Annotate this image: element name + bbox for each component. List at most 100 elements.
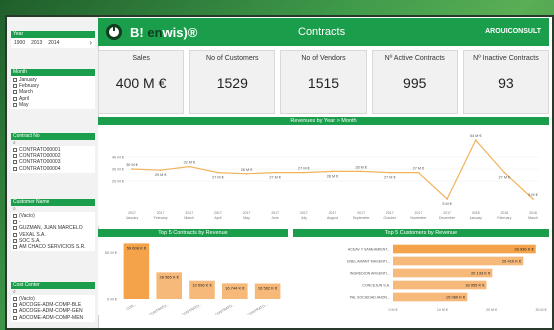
x-tick-label: December: [439, 216, 456, 220]
top-contracts-panel[interactable]: Top 5 Contracts by Revenue 50 M € 0 M € 59…: [98, 229, 288, 317]
year-option[interactable]: 1900: [14, 40, 25, 46]
checkbox[interactable]: [13, 303, 17, 308]
x-tick-label: 0 M €: [389, 308, 398, 312]
x-tick-label: CONTRATO...: [214, 302, 235, 315]
kpi-card-sales[interactable]: Sales 400 M €: [98, 50, 185, 114]
customer-option[interactable]: AM CHACO SERVICIOS S.R.: [13, 244, 93, 250]
kpi-label: Sales: [132, 55, 150, 62]
x-tick-label: 2018: [500, 211, 508, 215]
revenue-line-chart-panel[interactable]: Revenues by Year > Month 40 M €30 M €20 …: [98, 117, 549, 226]
customer-label: GUZMAN, JUAN MARCELO: [19, 225, 83, 232]
contract-slicer-title: Contract No: [11, 133, 95, 140]
customer-label: VEXAL S.A.: [19, 231, 46, 238]
checkbox[interactable]: [13, 226, 17, 231]
x-tick-label: 10 M €: [437, 308, 448, 312]
contract-label: CONTRATO00004: [19, 165, 61, 172]
x-tick-label: April: [214, 216, 221, 220]
checkbox[interactable]: [13, 297, 17, 302]
customer-label: AM CHACO SERVICIOS S.R.: [19, 244, 86, 251]
contract-slicer: Contract No ⌕ CONTRATO00001 CONTRATO0000…: [11, 133, 95, 173]
checkbox[interactable]: [13, 238, 17, 243]
year-slicer: Year 1900 2013 2014 ›: [11, 31, 95, 48]
data-label: 29 M €: [155, 173, 167, 177]
x-tick-label: 2017: [300, 211, 308, 215]
year-option[interactable]: 2013: [31, 40, 42, 46]
data-point: [360, 170, 363, 173]
x-tick-label: 2017: [157, 211, 165, 215]
data-label: 27 M €: [298, 167, 310, 171]
data-label: 26 M €: [241, 168, 253, 172]
cost-center-option[interactable]: ADCOGE-ADM-COMP-GEN: [13, 308, 93, 314]
checkbox[interactable]: [13, 315, 17, 320]
month-slicer: Month January February March April May: [11, 69, 95, 109]
checkbox[interactable]: [13, 78, 17, 83]
data-label: 5 M €: [528, 193, 538, 197]
y-tick-label: 40 M €: [112, 155, 125, 160]
data-label: 27 M €: [212, 176, 224, 180]
x-tick-label: CON...: [126, 302, 137, 311]
kpi-card-vendors[interactable]: No of Vendors 1515: [280, 50, 367, 114]
cost-center-option[interactable]: ADCOME-ADM-COMP-MEN: [13, 315, 93, 321]
data-point: [159, 169, 162, 172]
power-logo-icon: [106, 24, 122, 40]
data-label: 16 562 K €: [258, 286, 278, 291]
page-title: Contracts: [298, 26, 346, 38]
checkbox[interactable]: [13, 220, 17, 225]
x-tick-label: CONTRATO...: [148, 302, 169, 315]
cost-center-label: ADCOME-ADM-COMP-MEN: [19, 314, 84, 321]
kpi-card-active-contracts[interactable]: Nº Active Contracts 995: [371, 50, 458, 114]
year-option[interactable]: 2014: [48, 40, 59, 46]
data-point: [188, 165, 191, 168]
checkbox[interactable]: [13, 160, 17, 165]
x-tick-label: September: [353, 216, 371, 220]
checkbox[interactable]: [13, 245, 17, 250]
x-tick-label: 30 M €: [536, 308, 547, 312]
kpi-card-customers[interactable]: No of Customers 1529: [189, 50, 276, 114]
contract-list: CONTRATO00001 CONTRATO00002 CONTRATO0000…: [11, 146, 95, 173]
checkbox[interactable]: [13, 232, 17, 237]
checkbox[interactable]: [13, 96, 17, 101]
chevron-right-icon[interactable]: ›: [89, 39, 92, 47]
checkbox[interactable]: [13, 84, 17, 89]
top-customers-panel[interactable]: Top 5 Customers by Revenue ACEAV Y SANEA…: [293, 229, 549, 315]
x-tick-label: 2017: [415, 211, 423, 215]
x-tick-label: 2017: [271, 211, 279, 215]
x-tick-label: February: [154, 216, 168, 220]
bar: [123, 243, 150, 299]
data-label: 54 M €: [470, 134, 482, 138]
y-tick-label: PAL SOCIEDAD ANON...: [350, 295, 390, 299]
cost-center-slicer-title: Cost Center: [11, 282, 95, 289]
data-label: 18 955 K €: [465, 283, 485, 288]
checkbox[interactable]: [13, 166, 17, 171]
cost-center-option[interactable]: ADCOGE-ADM-COMP-BLE: [13, 302, 93, 308]
checkbox[interactable]: [13, 214, 17, 219]
x-tick-label: August: [327, 216, 338, 220]
x-tick-label: November: [410, 216, 427, 220]
checkbox[interactable]: [13, 148, 17, 153]
x-tick-label: March: [528, 216, 538, 220]
report-header: B! enwis)® Contracts AROUICONSULT: [98, 18, 549, 46]
checkbox[interactable]: [13, 102, 17, 107]
customer-label: (Vacío): [19, 213, 35, 220]
checkbox[interactable]: [13, 309, 17, 314]
data-point: [446, 198, 448, 200]
data-label: 28 M €: [355, 165, 367, 169]
data-label: 30 M €: [126, 163, 138, 167]
customer-slicer-title: Customer Name: [11, 199, 95, 206]
contract-label: CONTRATO00002: [19, 153, 61, 160]
customer-option[interactable]: GUZMAN, JUAN MARCELO: [13, 225, 93, 231]
checkbox[interactable]: [13, 90, 17, 95]
month-label: April: [19, 95, 30, 102]
contract-option[interactable]: CONTRATO00004: [13, 166, 93, 172]
x-tick-label: 2017: [243, 211, 251, 215]
x-tick-label: May: [243, 216, 250, 220]
data-label: 27 M €: [269, 176, 281, 180]
month-label: February: [19, 83, 40, 90]
kpi-card-inactive-contracts[interactable]: Nº Inactive Contracts 93: [462, 50, 550, 114]
month-list: January February March April May: [11, 76, 95, 109]
checkbox[interactable]: [13, 154, 17, 159]
kpi-value: 1515: [307, 75, 340, 91]
customer-list: (Vacío) - GUZMAN, JUAN MARCELO VEXAL S.A…: [11, 212, 95, 252]
customer-label: -: [19, 219, 21, 226]
month-option[interactable]: May: [13, 102, 93, 108]
